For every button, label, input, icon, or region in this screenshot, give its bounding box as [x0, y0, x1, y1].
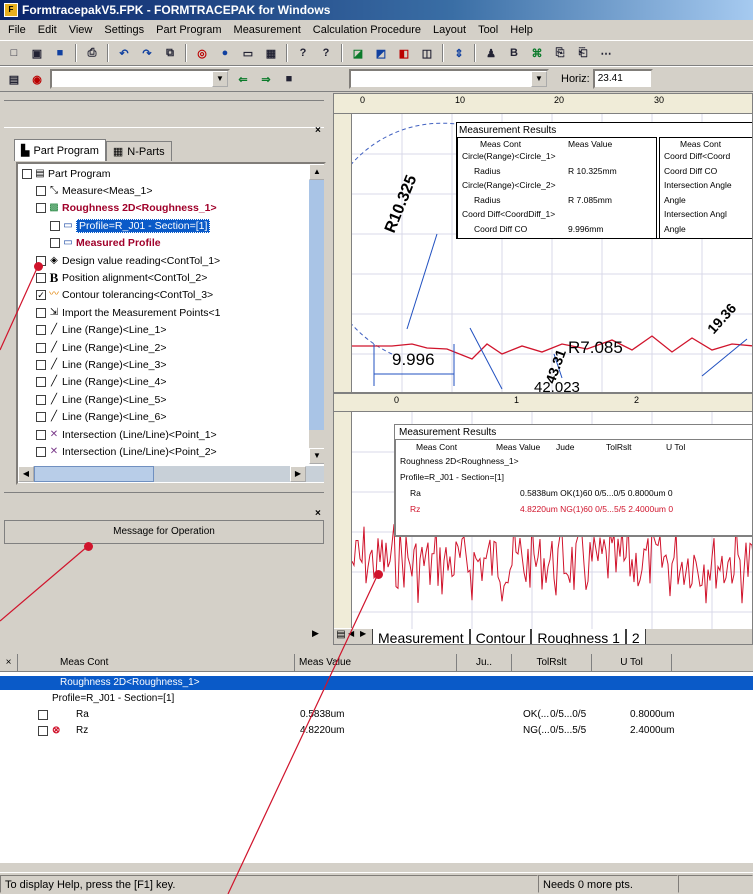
callout-line [0, 265, 39, 351]
annotation-dot [84, 542, 93, 551]
callout-line [0, 545, 89, 622]
annotation-overlay [0, 265, 379, 894]
annotation-dot [374, 570, 383, 579]
annotation-dot [34, 262, 43, 271]
application-window: F FormtracepakV5.FPK - FORMTRACEPAK for … [0, 0, 753, 894]
callout-line [227, 573, 379, 894]
